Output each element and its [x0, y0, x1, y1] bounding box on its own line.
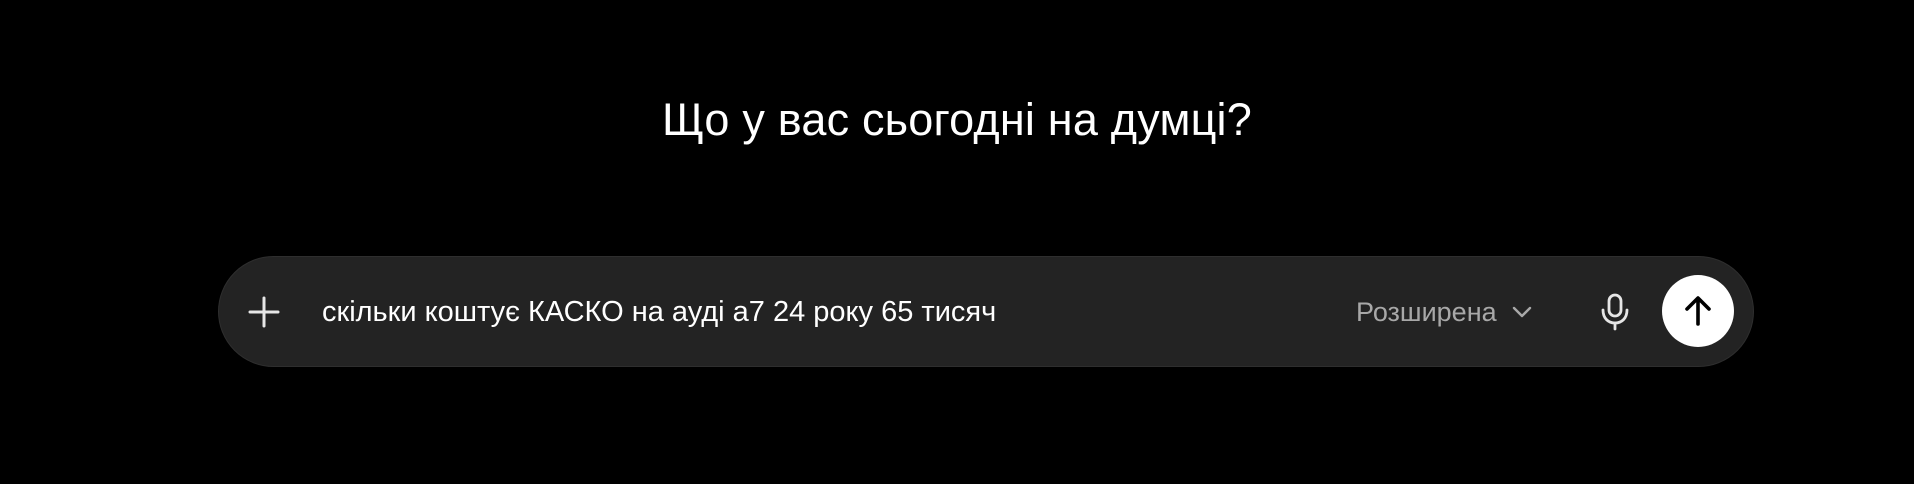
- arrow-up-icon: [1681, 294, 1715, 328]
- mode-selector[interactable]: Розширена: [1356, 292, 1533, 332]
- add-attachment-button[interactable]: [240, 288, 288, 336]
- prompt-input[interactable]: [322, 292, 1312, 332]
- chevron-down-icon: [1511, 305, 1533, 319]
- send-button[interactable]: [1662, 275, 1734, 347]
- plus-icon: [247, 295, 281, 329]
- page-title: Що у вас сьогодні на думці?: [662, 94, 1252, 145]
- microphone-icon: [1600, 293, 1630, 331]
- voice-input-button[interactable]: [1591, 288, 1639, 336]
- mode-selector-label: Розширена: [1356, 297, 1497, 327]
